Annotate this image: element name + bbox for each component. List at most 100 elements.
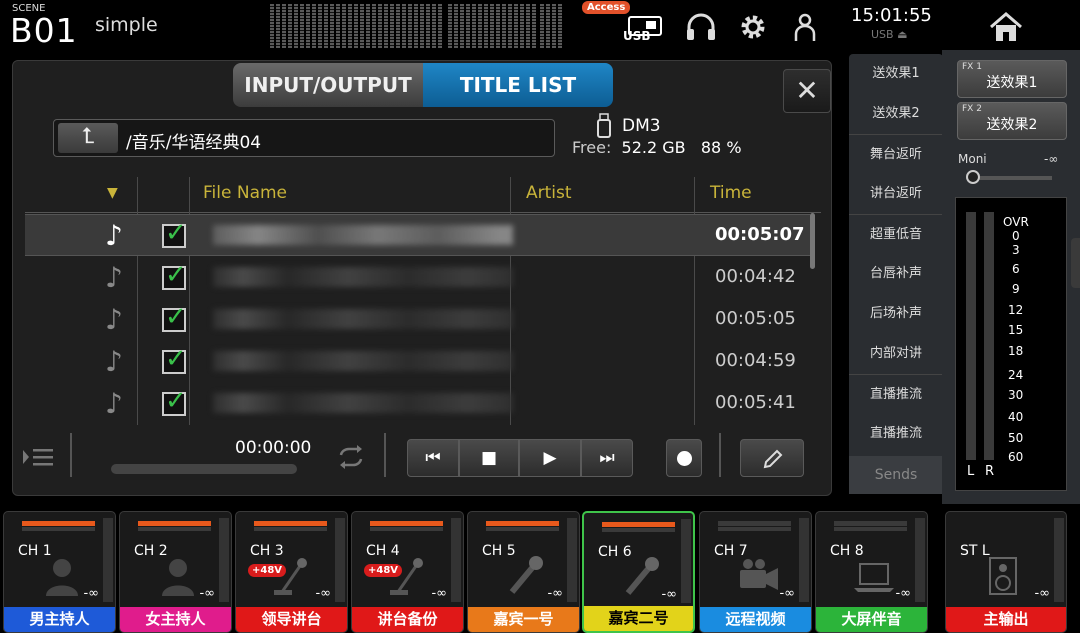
table-row[interactable]: ♪ 00:04:42: [25, 257, 810, 299]
stop-button[interactable]: ■: [459, 439, 519, 477]
channel-name[interactable]: 大屏伴音: [816, 607, 927, 632]
channel-level-indicator: [254, 527, 327, 531]
gear-icon[interactable]: [736, 10, 770, 44]
send-item[interactable]: 直播推流: [849, 414, 943, 454]
track-checkbox[interactable]: [162, 218, 187, 248]
channel-strip[interactable]: CH 1 -∞ 男主持人: [3, 511, 116, 633]
track-time: 00:05:07: [715, 224, 805, 245]
channel-meter: [567, 518, 577, 602]
tab-input-output[interactable]: INPUT/OUTPUT: [233, 63, 423, 107]
channel-strip[interactable]: CH 4 +48V -∞ 讲台备份: [351, 511, 464, 633]
meter-scale-label: 9: [1012, 282, 1020, 296]
monitor-slider-knob[interactable]: [966, 170, 980, 184]
podium-mic-icon: [390, 558, 423, 595]
scene-name[interactable]: simple: [95, 14, 158, 36]
table-row[interactable]: ♪ 00:05:41: [25, 383, 810, 425]
fx1-button[interactable]: FX 1 送效果1: [957, 60, 1067, 98]
fx2-button[interactable]: FX 2 送效果2: [957, 102, 1067, 140]
channel-strip[interactable]: CH 5 -∞ 嘉宾一号: [467, 511, 580, 633]
home-icon[interactable]: [988, 10, 1024, 44]
laptop-icon: [854, 563, 894, 592]
fx1-tag: FX 1: [962, 62, 982, 72]
column-artist[interactable]: Artist: [526, 183, 572, 203]
divider: [384, 433, 386, 477]
monitor-slider[interactable]: [968, 176, 1052, 180]
playlist-menu-icon[interactable]: [21, 444, 55, 470]
divider: [70, 433, 72, 477]
table-row[interactable]: ♪ 00:04:59: [25, 341, 810, 383]
send-item[interactable]: 送效果1: [849, 54, 943, 94]
meter-right-label: R: [985, 464, 995, 479]
access-badge: Access: [582, 1, 631, 14]
sort-indicator[interactable]: ▼: [107, 185, 118, 201]
drive-name: DM3: [622, 116, 661, 136]
previous-track-button[interactable]: ⏮: [407, 439, 459, 477]
person-icon: [162, 559, 194, 596]
send-item[interactable]: 超重低音: [849, 214, 943, 254]
tab-title-list[interactable]: TITLE LIST: [423, 63, 613, 107]
track-checkbox[interactable]: [162, 386, 187, 416]
channel-strip[interactable]: CH 2 -∞ 女主持人: [119, 511, 232, 633]
channel-strip[interactable]: CH 3 +48V -∞ 领导讲台: [235, 511, 348, 633]
edit-button[interactable]: [740, 439, 804, 477]
panel-collapse-handle[interactable]: [1071, 238, 1080, 288]
playback-progress-bar[interactable]: [111, 464, 297, 474]
table-row[interactable]: ♪ 00:05:05: [25, 299, 810, 341]
channel-name[interactable]: 远程视频: [700, 607, 811, 632]
channel-name[interactable]: 男主持人: [4, 607, 115, 632]
table-row[interactable]: ♪ 00:05:07: [25, 214, 810, 256]
table-header: ▼ File Name Artist Time: [25, 177, 821, 213]
drive-free-space: Free: 52.2 GB 88 %: [572, 138, 742, 157]
send-item[interactable]: 送效果2: [849, 94, 943, 134]
track-time: 00:04:59: [715, 350, 796, 371]
speaker-icon: [989, 557, 1017, 595]
track-checkbox[interactable]: [162, 344, 187, 374]
meter-scale-label: 0: [1012, 229, 1020, 243]
send-item[interactable]: 内部对讲: [849, 334, 943, 374]
channel-name[interactable]: 领导讲台: [236, 607, 347, 632]
channel-strip[interactable]: CH 7 -∞ 远程视频: [699, 511, 812, 633]
track-checkbox[interactable]: [162, 302, 187, 332]
channel-strip[interactable]: ST L -∞ 主输出: [945, 511, 1067, 633]
channel-level: -∞: [431, 586, 447, 601]
channel-level: -∞: [661, 587, 677, 602]
channel-meter: [799, 518, 809, 602]
user-icon[interactable]: [788, 10, 822, 44]
fx2-tag: FX 2: [962, 104, 982, 114]
headphones-icon[interactable]: [684, 10, 718, 44]
channel-level-indicator: [138, 521, 211, 526]
channel-strip[interactable]: CH 6 -∞ 嘉宾二号: [582, 511, 695, 633]
meter-scale-label: OVR: [1003, 215, 1029, 229]
send-item[interactable]: 舞台返听: [849, 134, 943, 174]
send-item[interactable]: 直播推流: [849, 374, 943, 414]
pencil-icon: [763, 449, 783, 469]
close-button[interactable]: ✕: [783, 69, 831, 113]
channel-name[interactable]: 女主持人: [120, 607, 231, 632]
send-item[interactable]: 讲台返听: [849, 174, 943, 214]
track-checkbox[interactable]: [162, 260, 187, 290]
channel-level-indicator: [138, 527, 211, 531]
record-button[interactable]: [666, 439, 702, 477]
meter-scale-label: 60: [1008, 450, 1024, 464]
play-button[interactable]: ▶: [519, 439, 581, 477]
list-scrollbar[interactable]: [810, 213, 815, 269]
music-note-icon: ♪: [105, 261, 123, 294]
column-file-name[interactable]: File Name: [203, 183, 287, 203]
send-item[interactable]: 台唇补声: [849, 254, 943, 294]
usb-eject-status[interactable]: USB ⏏: [871, 28, 907, 41]
channel-name[interactable]: 嘉宾二号: [584, 606, 693, 631]
repeat-icon[interactable]: [335, 441, 367, 473]
channel-name[interactable]: 讲台备份: [352, 607, 463, 632]
parent-folder-button[interactable]: ⮤: [58, 123, 118, 153]
channel-meter: [1054, 518, 1064, 602]
send-item[interactable]: 后场补声: [849, 294, 943, 334]
channel-name[interactable]: 嘉宾一号: [468, 607, 579, 632]
channel-strip[interactable]: CH 8 -∞ 大屏伴音: [815, 511, 928, 633]
channel-level-indicator: [370, 521, 443, 526]
next-track-button[interactable]: ⏭: [581, 439, 633, 477]
channel-name[interactable]: 主输出: [946, 607, 1066, 632]
podium-mic-icon: [274, 558, 307, 595]
column-time[interactable]: Time: [710, 183, 752, 203]
sends-tab[interactable]: Sends: [849, 456, 943, 494]
scene-number[interactable]: B01: [10, 11, 78, 50]
